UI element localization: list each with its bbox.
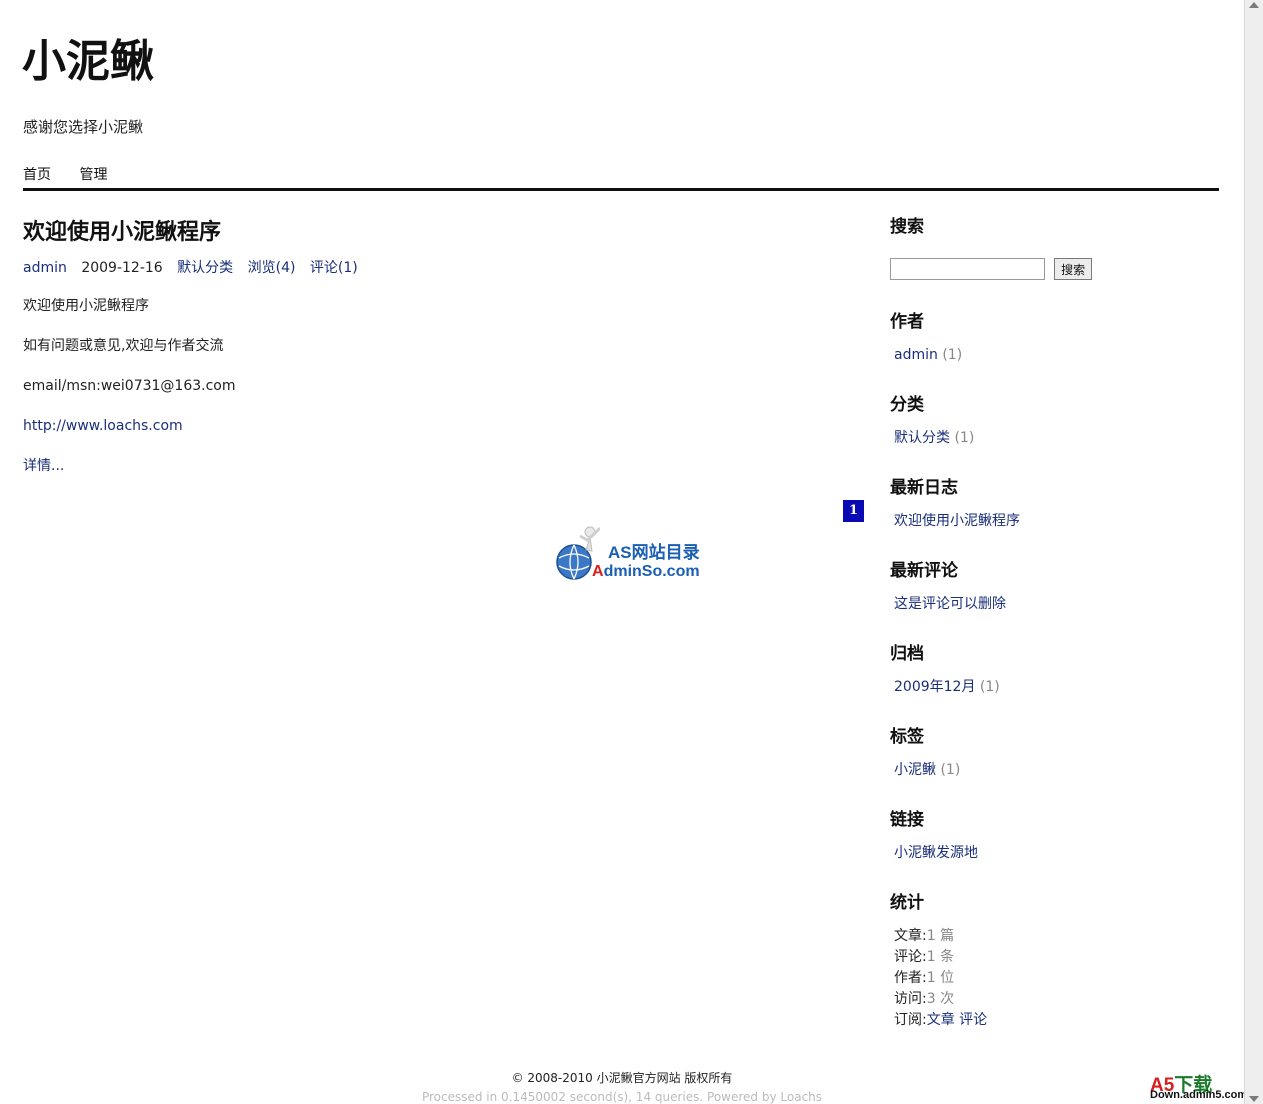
stat-row: 订阅:文章 评论 bbox=[894, 1010, 1220, 1031]
category-link[interactable]: 默认分类 bbox=[894, 430, 950, 446]
footer-copyright: © 2008-2010 小泥鳅官方网站 版权所有 bbox=[511, 1071, 733, 1085]
page: 小泥鳅 感谢您选择小泥鳅 首页 管理 欢迎使用小泥鳅程序 admin 2009-… bbox=[0, 0, 1248, 1104]
archive-link[interactable]: 2009年12月 bbox=[894, 679, 975, 695]
widget-title: 最新评论 bbox=[890, 561, 958, 581]
list-item: 这是评论可以删除 bbox=[894, 594, 1220, 615]
list-item: 小泥鳅发源地 bbox=[894, 843, 1220, 864]
footer-processed-info: Processed in 0.1450002 second(s), 14 que… bbox=[421, 1090, 823, 1104]
friend-link[interactable]: 小泥鳅发源地 bbox=[894, 845, 978, 861]
widget-title: 搜索 bbox=[890, 217, 924, 237]
author-count: (1) bbox=[942, 347, 963, 363]
stat-value: 1 篇 bbox=[926, 928, 955, 944]
nav-home-link[interactable]: 首页 bbox=[23, 167, 51, 183]
subscribe-posts-link[interactable]: 文章 bbox=[927, 1012, 955, 1028]
stat-label: 文章: bbox=[894, 928, 927, 944]
site-title[interactable]: 小泥鳅 bbox=[22, 36, 154, 89]
post-author-link[interactable]: admin bbox=[23, 260, 67, 276]
post-category-link[interactable]: 默认分类 bbox=[177, 260, 233, 276]
widget-title: 统计 bbox=[890, 893, 924, 913]
read-more-link[interactable]: 详情... bbox=[23, 458, 64, 474]
pagination-current-page[interactable]: 1 bbox=[843, 500, 864, 522]
site-description: 感谢您选择小泥鳅 bbox=[23, 118, 144, 136]
main-nav: 首页 管理 bbox=[23, 164, 131, 184]
widget-title: 链接 bbox=[890, 810, 924, 830]
subscribe-comments-link[interactable]: 评论 bbox=[959, 1012, 987, 1028]
search-input[interactable] bbox=[890, 258, 1045, 280]
post-external-link[interactable]: http://www.loachs.com bbox=[23, 418, 183, 434]
footer: © 2008-2010 小泥鳅官方网站 版权所有 Processed in 0.… bbox=[0, 1069, 1244, 1104]
widget-recent-comments: 最新评论 这是评论可以删除 bbox=[890, 556, 1220, 615]
widget-title: 归档 bbox=[890, 644, 924, 664]
widget-category: 分类 默认分类 (1) bbox=[890, 390, 1220, 449]
list-item: 2009年12月 (1) bbox=[894, 677, 1220, 698]
stat-label: 评论: bbox=[894, 949, 927, 965]
list-item: 小泥鳅 (1) bbox=[894, 760, 1220, 781]
watermark-domain: AdminSo.com bbox=[592, 563, 700, 580]
stat-row: 评论:1 条 bbox=[894, 947, 1220, 968]
post-title[interactable]: 欢迎使用小泥鳅程序 bbox=[23, 214, 221, 246]
stat-label: 访问: bbox=[894, 991, 927, 1007]
post-paragraph: 欢迎使用小泥鳅程序 bbox=[23, 298, 149, 314]
list-item: 欢迎使用小泥鳅程序 bbox=[894, 511, 1220, 532]
post-date: 2009-12-16 bbox=[81, 260, 163, 276]
widget-title: 标签 bbox=[890, 727, 924, 747]
stat-label: 作者: bbox=[894, 970, 927, 986]
post-meta: admin 2009-12-16 默认分类 浏览(4) 评论(1) bbox=[23, 257, 368, 277]
widget-title: 最新日志 bbox=[890, 478, 958, 498]
widget-archive: 归档 2009年12月 (1) bbox=[890, 639, 1220, 698]
category-count: (1) bbox=[954, 430, 975, 446]
author-link[interactable]: admin bbox=[894, 347, 938, 363]
nav-divider bbox=[23, 188, 1219, 191]
list-item: 默认分类 (1) bbox=[894, 428, 1220, 449]
stat-value: 3 次 bbox=[926, 991, 955, 1007]
post-paragraph: email/msn:wei0731@163.com bbox=[23, 378, 236, 394]
archive-count: (1) bbox=[979, 679, 1000, 695]
stat-label: 订阅: bbox=[894, 1012, 927, 1028]
widget-tags: 标签 小泥鳅 (1) bbox=[890, 722, 1220, 781]
widget-author: 作者 admin (1) bbox=[890, 307, 1220, 366]
widget-title: 分类 bbox=[890, 395, 924, 415]
widget-stats: 统计 文章:1 篇 评论:1 条 作者:1 位 访问:3 次 订阅:文章 评论 bbox=[890, 888, 1220, 1031]
adminso-watermark: AS网站目录 AdminSo.com bbox=[556, 520, 716, 584]
widget-recent-posts: 最新日志 欢迎使用小泥鳅程序 bbox=[890, 473, 1220, 532]
tag-count: (1) bbox=[940, 762, 961, 778]
post-views-link[interactable]: 浏览(4) bbox=[248, 260, 296, 276]
watermark-text: AS网站目录 bbox=[608, 543, 700, 562]
post-paragraph: 如有问题或意见,欢迎与作者交流 bbox=[23, 338, 224, 354]
stat-row: 作者:1 位 bbox=[894, 968, 1220, 989]
scroll-up-icon[interactable] bbox=[1249, 2, 1259, 8]
widget-title: 作者 bbox=[890, 312, 924, 332]
widget-links: 链接 小泥鳅发源地 bbox=[890, 805, 1220, 864]
list-item: admin (1) bbox=[894, 345, 1220, 366]
vertical-scrollbar[interactable] bbox=[1244, 0, 1263, 1104]
post-body: 欢迎使用小泥鳅程序 如有问题或意见,欢迎与作者交流 email/msn:wei0… bbox=[23, 296, 236, 496]
stat-value: 1 位 bbox=[926, 970, 955, 986]
recent-post-link[interactable]: 欢迎使用小泥鳅程序 bbox=[894, 513, 1020, 529]
stat-row: 文章:1 篇 bbox=[894, 926, 1220, 947]
recent-comment-link[interactable]: 这是评论可以删除 bbox=[894, 596, 1006, 612]
tag-link[interactable]: 小泥鳅 bbox=[894, 762, 936, 778]
search-button[interactable]: 搜索 bbox=[1054, 258, 1093, 280]
nav-admin-link[interactable]: 管理 bbox=[79, 167, 107, 183]
post-comments-link[interactable]: 评论(1) bbox=[310, 260, 358, 276]
watermark-domain: Down.admin5.com bbox=[1150, 1089, 1248, 1101]
widget-search: 搜索 搜索 bbox=[890, 212, 1220, 280]
scroll-down-icon[interactable] bbox=[1249, 1096, 1259, 1102]
stat-row: 访问:3 次 bbox=[894, 989, 1220, 1010]
stat-value: 1 条 bbox=[926, 949, 955, 965]
